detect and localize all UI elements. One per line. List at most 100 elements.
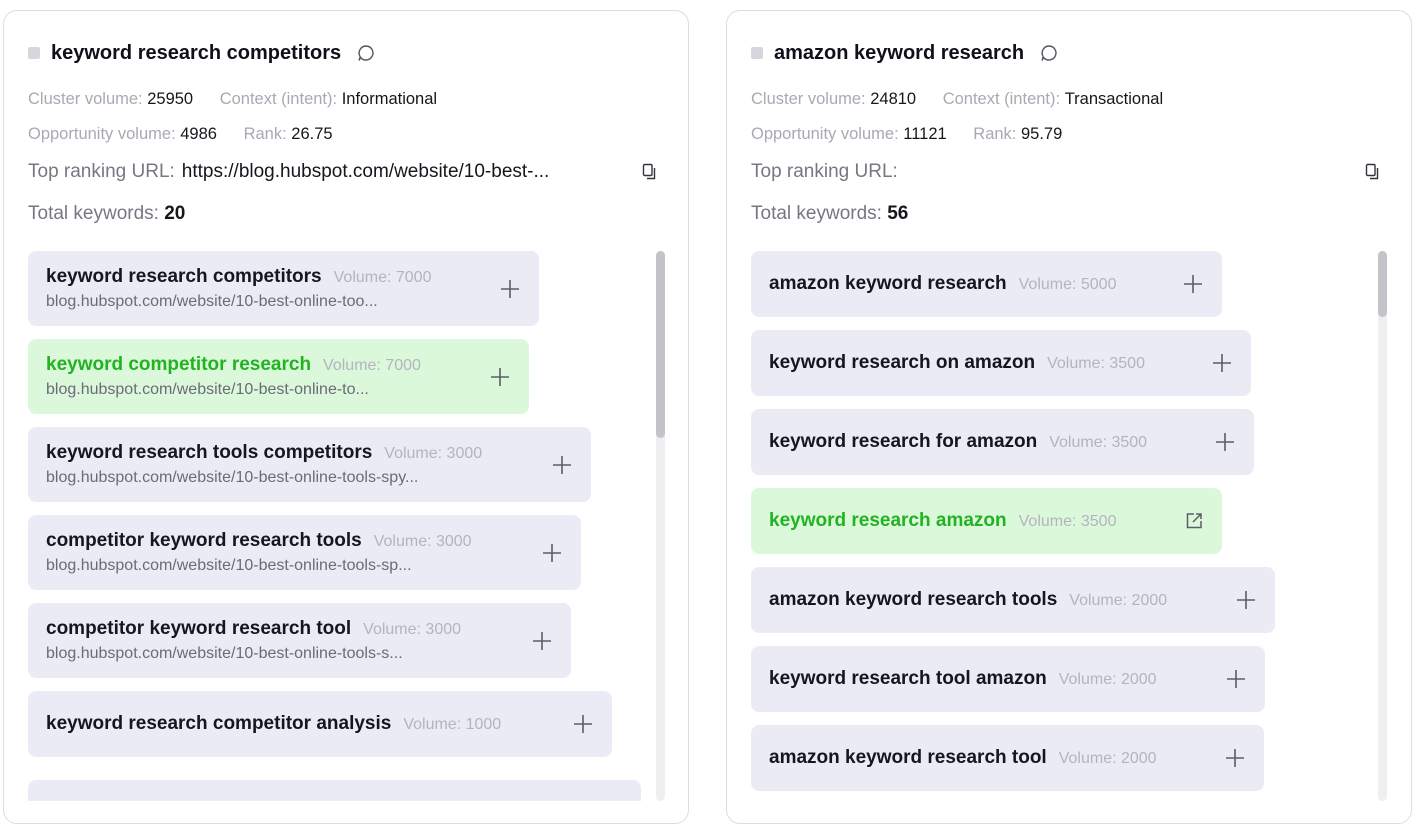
rank-value: 26.75 — [291, 125, 333, 143]
keyword-volume: Volume: 5000 — [1018, 276, 1117, 293]
keyword-volume: Volume: 1000 — [403, 716, 502, 733]
scrollbar-thumb[interactable] — [656, 251, 665, 438]
context-label: Context (intent): — [942, 90, 1061, 108]
keyword-list[interactable]: amazon keyword research Volume: 5000 keywo… — [751, 251, 1371, 801]
plus-icon — [551, 454, 573, 476]
keyword-text: keyword competitor research Volume: 7000 b… — [46, 354, 421, 399]
keyword-item[interactable]: keyword research for amazon Volume: 3500 — [751, 409, 1254, 475]
context-label: Context (intent): — [219, 90, 338, 108]
keyword-item[interactable]: keyword competitor research Volume: 7000 b… — [28, 339, 529, 414]
keyword-item[interactable]: keyword research tools competitors Volume… — [28, 427, 591, 502]
keyword-url[interactable]: blog.hubspot.com/website/10-best-online-… — [46, 381, 421, 399]
top-url-label: Top ranking URL: — [28, 161, 175, 182]
select-checkbox[interactable] — [28, 47, 40, 59]
cluster-volume-label: Cluster volume: — [751, 90, 866, 108]
keyword-text: amazon keyword research tools Volume: 200… — [769, 589, 1167, 611]
keyword-url[interactable]: blog.hubspot.com/website/10-best-online-… — [46, 469, 482, 487]
top-ranking-url-row: Top ranking URL: — [751, 159, 1381, 185]
keyword-text: amazon keyword research tool Volume: 2000 — [769, 747, 1157, 769]
keyword-item[interactable]: keyword research and competitor analysis… — [28, 780, 641, 801]
comment-icon[interactable] — [356, 43, 376, 63]
keyword-item[interactable]: amazon keyword research tools Volume: 200… — [751, 567, 1275, 633]
keyword-item[interactable]: keyword research competitors Volume: 7000… — [28, 251, 539, 326]
keyword-item[interactable]: keyword research competitor analysis Volu… — [28, 691, 612, 757]
plus-icon — [1182, 273, 1204, 295]
keyword-text: amazon keyword research Volume: 5000 — [769, 273, 1116, 295]
keyword-line: keyword research tool amazon Volume: 2000 — [769, 668, 1157, 690]
cluster-stats-row: Cluster volume: 25950 Context (intent): … — [28, 90, 437, 109]
cluster-title: amazon keyword research — [774, 41, 1025, 64]
cluster-card: amazon keyword research Cluster volume: … — [726, 10, 1412, 824]
rank-label: Rank: — [243, 125, 287, 143]
add-keyword-button[interactable] — [471, 366, 511, 388]
keyword-text: keyword research tools competitors Volume… — [46, 442, 482, 487]
keyword-item[interactable]: keyword research tool amazon Volume: 2000 — [751, 646, 1265, 712]
keyword-item[interactable]: keyword research on amazon Volume: 3500 — [751, 330, 1251, 396]
keyword-label: competitor keyword research tool — [46, 618, 352, 639]
keyword-line: keyword research competitor analysis Volu… — [46, 713, 501, 735]
plus-icon — [1225, 668, 1247, 690]
open-link-button[interactable] — [1166, 511, 1204, 531]
external-link-icon — [1184, 511, 1204, 531]
opportunity-label: Opportunity volume: — [28, 125, 176, 143]
total-keywords-label: Total keywords: — [28, 203, 159, 224]
top-url-link[interactable]: https://blog.hubspot.com/website/10-best… — [182, 161, 634, 183]
add-keyword-button[interactable] — [554, 713, 594, 735]
plus-icon — [541, 542, 563, 564]
keyword-item[interactable]: keyword research amazon Volume: 3500 — [751, 488, 1222, 554]
cluster-card: keyword research competitors Cluster vol… — [3, 10, 689, 824]
keyword-volume: Volume: 3500 — [1049, 434, 1148, 451]
keyword-item[interactable]: amazon keyword research Volume: 5000 — [751, 251, 1222, 317]
total-keywords-value: 20 — [164, 203, 186, 224]
top-url-label: Top ranking URL: — [751, 161, 898, 182]
add-keyword-button[interactable] — [1207, 668, 1247, 690]
add-keyword-button[interactable] — [1164, 273, 1204, 295]
opportunity-value: 4986 — [180, 125, 217, 143]
keyword-label: amazon keyword research — [769, 273, 1007, 294]
comment-icon[interactable] — [1039, 43, 1059, 63]
plus-icon — [1214, 431, 1236, 453]
add-keyword-button[interactable] — [1193, 352, 1233, 374]
add-keyword-button[interactable] — [523, 542, 563, 564]
cluster-header: amazon keyword research — [751, 41, 1059, 65]
keyword-url[interactable]: blog.hubspot.com/website/10-best-online-… — [46, 293, 431, 311]
keyword-label: keyword research competitors — [46, 266, 322, 287]
add-keyword-button[interactable] — [481, 278, 521, 300]
keyword-line: competitor keyword research tool Volume: … — [46, 618, 461, 640]
copy-icon[interactable] — [1365, 163, 1381, 181]
keyword-volume: Volume: 2000 — [1058, 750, 1157, 767]
cluster-title: keyword research competitors — [51, 41, 342, 64]
scrollbar[interactable] — [656, 251, 665, 801]
add-keyword-button[interactable] — [533, 454, 573, 476]
keyword-item[interactable]: competitor keyword research tools Volume:… — [28, 515, 581, 590]
plus-icon — [1224, 747, 1246, 769]
keyword-url[interactable]: blog.hubspot.com/website/10-best-online-… — [46, 557, 472, 575]
keyword-text: keyword research for amazon Volume: 3500 — [769, 431, 1147, 453]
keyword-volume: Volume: 3000 — [373, 533, 472, 550]
total-keywords: Total keywords: 20 — [28, 203, 185, 225]
keyword-text: competitor keyword research tools Volume:… — [46, 530, 472, 575]
select-checkbox[interactable] — [751, 47, 763, 59]
keyword-label: keyword research tools competitors — [46, 442, 373, 463]
keyword-list[interactable]: keyword research competitors Volume: 7000… — [28, 251, 648, 801]
keyword-item[interactable]: amazon keyword research tool Volume: 2000 — [751, 725, 1264, 791]
opportunity-label: Opportunity volume: — [751, 125, 899, 143]
add-keyword-button[interactable] — [1217, 589, 1257, 611]
add-keyword-button[interactable] — [1206, 747, 1246, 769]
keyword-url[interactable]: blog.hubspot.com/website/10-best-online-… — [46, 645, 461, 663]
keyword-label: keyword research for amazon — [769, 431, 1038, 452]
scrollbar[interactable] — [1378, 251, 1387, 801]
keyword-item[interactable]: competitor keyword research tool Volume: … — [28, 603, 571, 678]
keyword-label: keyword research amazon — [769, 510, 1007, 531]
plus-icon — [489, 366, 511, 388]
cluster-volume-label: Cluster volume: — [28, 90, 143, 108]
add-keyword-button[interactable] — [513, 630, 553, 652]
keyword-line: keyword competitor research Volume: 7000 — [46, 354, 421, 376]
keyword-volume: Volume: 7000 — [323, 357, 421, 374]
copy-icon[interactable] — [642, 163, 658, 181]
keyword-label: amazon keyword research tool — [769, 747, 1047, 768]
add-keyword-button[interactable] — [1196, 431, 1236, 453]
rank-value: 95.79 — [1020, 125, 1063, 143]
keyword-label: keyword competitor research — [46, 354, 312, 375]
scrollbar-thumb[interactable] — [1378, 251, 1387, 317]
